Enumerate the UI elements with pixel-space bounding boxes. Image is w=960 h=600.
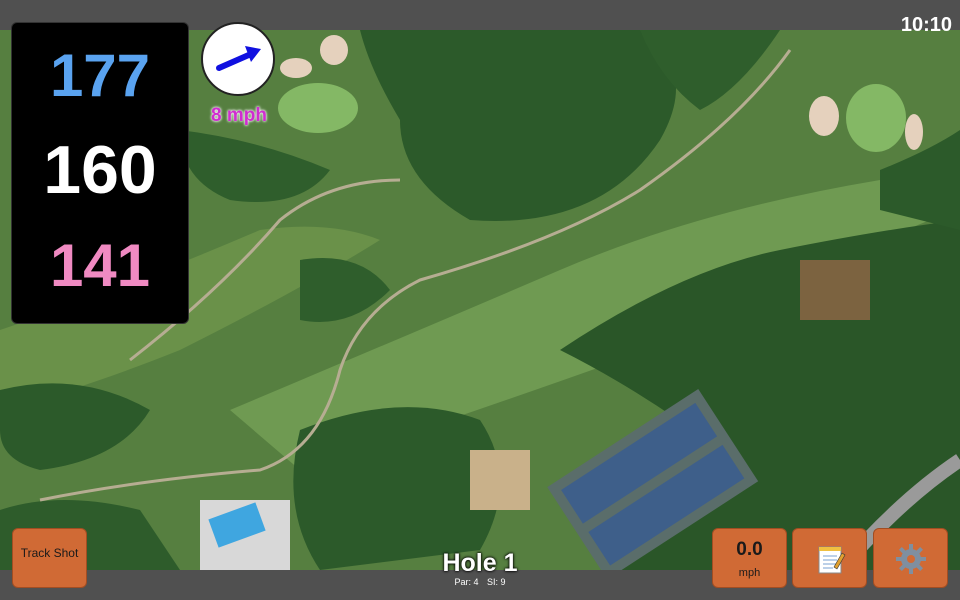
hole-par: Par: 4 [454, 577, 479, 587]
track-shot-label: Track Shot [20, 546, 79, 560]
front-distance: 141 [49, 232, 151, 299]
speed-unit: mph [738, 567, 761, 579]
hole-info: Par: 4 SI: 9 [420, 577, 540, 587]
wind-direction-arrow-icon [216, 46, 261, 71]
back-distance: 177 [49, 42, 151, 109]
hole-title: Hole 1 [442, 549, 518, 577]
middle-distance: 160 [43, 132, 157, 208]
speed-value: 0.0 [736, 539, 763, 560]
wind-indicator [201, 22, 275, 96]
wind-speed: 8 mph [211, 105, 267, 126]
track-shot-button[interactable]: Track Shot [12, 528, 87, 588]
settings-button[interactable] [873, 528, 948, 588]
distance-panel: 177 160 141 [11, 22, 189, 324]
notepad-icon [818, 546, 846, 574]
clock: 10:10 [900, 14, 952, 36]
hole-stroke-index: SI: 9 [487, 577, 506, 587]
speed-button[interactable]: 0.0 mph [712, 528, 787, 588]
notes-button[interactable] [792, 528, 867, 588]
gear-icon [896, 544, 926, 574]
